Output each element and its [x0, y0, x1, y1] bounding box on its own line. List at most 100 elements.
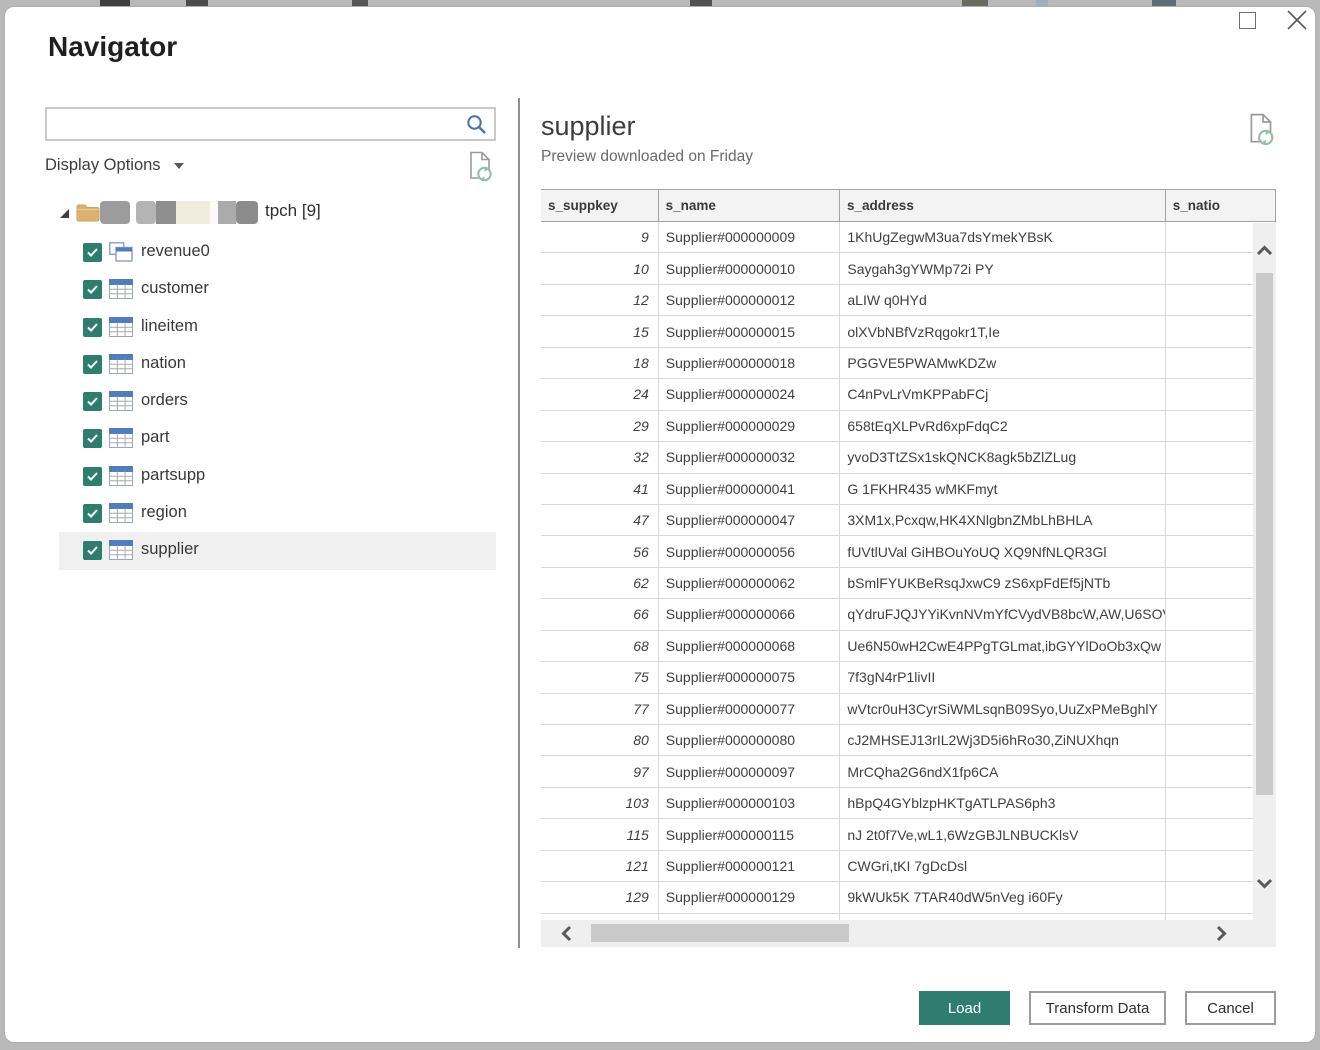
chevron-up-icon[interactable] [1255, 243, 1274, 264]
checkbox-partsupp[interactable] [83, 467, 102, 486]
cell-s_address: PGGVE5PWAMwKDZw [840, 348, 1166, 378]
column-header-s_natio[interactable]: s_natio [1166, 190, 1276, 221]
table-row: 129Supplier#0000001299kWUk5K 7TAR40dW5nV… [541, 882, 1276, 913]
checkbox-revenue0[interactable] [83, 243, 102, 262]
cell-s_address: CWGri,tKI 7gDcDsl [840, 851, 1166, 881]
cell-s_address: C4nPvLrVmKPPabFCj [840, 379, 1166, 409]
table-row: 75Supplier#0000000757f3gN4rP1livII [541, 662, 1276, 693]
table-row: 24Supplier#000000024C4nPvLrVmKPPabFCj [541, 379, 1276, 410]
cell-s_suppkey: 29 [541, 411, 659, 441]
chevron-down-icon [174, 163, 184, 169]
cell-s_address: 658tEqXLPvRd6xpFdqC2 [840, 411, 1166, 441]
cell-s_suppkey: 18 [541, 348, 659, 378]
tree-item-supplier[interactable]: supplier [59, 532, 496, 569]
table-row: 47Supplier#0000000473XM1x,Pcxqw,HK4XNlgb… [541, 505, 1276, 536]
tree-item-customer[interactable]: customer [59, 271, 496, 308]
tree-expand-icon[interactable] [59, 206, 70, 224]
preview-table-body: 9Supplier#0000000091KhUgZegwM3ua7dsYmekY… [541, 222, 1276, 920]
refresh-preview-icon[interactable] [1247, 113, 1276, 152]
cell-s_name: Supplier#000000010 [659, 253, 841, 283]
cell-s_suppkey: 24 [541, 379, 659, 409]
table-row: 15Supplier#000000015olXVbNBfVzRqgokr1T,I… [541, 316, 1276, 347]
cell-s_suppkey: 77 [541, 694, 659, 724]
checkbox-lineitem[interactable] [83, 318, 102, 337]
preview-table-header: s_suppkeys_names_addresss_natio [541, 189, 1276, 222]
checkbox-orders[interactable] [83, 392, 102, 411]
display-options-dropdown[interactable]: Display Options [45, 156, 184, 175]
vertical-scroll-thumb[interactable] [1256, 273, 1273, 795]
cell-s_suppkey: 62 [541, 568, 659, 598]
cell-s_name: Supplier#000000018 [659, 348, 841, 378]
cell-s_address: cJ2MHSEJ13rIL2Wj3D5i6hRo30,ZiNUXhqn [840, 725, 1166, 755]
view-icon [109, 242, 133, 262]
tree-root-label: tpch [9] [265, 201, 321, 221]
cell-s_name: Supplier#000000097 [659, 756, 841, 786]
table-icon [109, 279, 133, 299]
tree-item-orders[interactable]: orders [59, 383, 496, 420]
chevron-down-scroll-icon[interactable] [1255, 875, 1274, 896]
table-icon [109, 466, 133, 486]
tree-item-lineitem[interactable]: lineitem [59, 309, 496, 346]
cell-s_name: Supplier#000000068 [659, 631, 841, 661]
cell-s_address: Saygah3gYWMp72i PY [840, 253, 1166, 283]
pane-divider [518, 98, 520, 948]
tree-item-label: region [141, 503, 187, 522]
table-row: 68Supplier#000000068Ue6N50wH2CwE4PPgTGLm… [541, 631, 1276, 662]
vertical-scrollbar[interactable] [1253, 223, 1276, 947]
cell-s_suppkey: 10 [541, 253, 659, 283]
table-row: 12Supplier#000000012aLIW q0HYd [541, 285, 1276, 316]
cell-s_suppkey: 41 [541, 474, 659, 504]
tree-item-label: revenue0 [141, 242, 210, 261]
cell-s_name: Supplier#000000115 [659, 819, 841, 849]
column-header-s_suppkey[interactable]: s_suppkey [541, 190, 659, 221]
horizontal-scrollbar[interactable] [541, 920, 1253, 947]
checkbox-customer[interactable] [83, 280, 102, 299]
cell-s_name: Supplier#000000066 [659, 599, 841, 629]
transform-data-button[interactable]: Transform Data [1029, 991, 1166, 1025]
tree-item-part[interactable]: part [59, 420, 496, 457]
search-input[interactable] [53, 111, 458, 137]
table-row: 10Supplier#000000010Saygah3gYWMp72i PY [541, 253, 1276, 284]
cell-s_suppkey: 121 [541, 851, 659, 881]
cell-s_address: olXVbNBfVzRqgokr1T,Ie [840, 316, 1166, 346]
cell-s_name: Supplier#000000032 [659, 442, 841, 472]
cell-s_name: Supplier#000000012 [659, 285, 841, 315]
maximize-button[interactable] [1239, 12, 1256, 29]
horizontal-scroll-thumb[interactable] [591, 924, 849, 942]
preview-title: supplier [541, 111, 636, 142]
cell-s_name: Supplier#000000015 [659, 316, 841, 346]
tree-item-revenue0[interactable]: revenue0 [59, 234, 496, 271]
display-options-label: Display Options [45, 156, 161, 174]
search-icon[interactable] [465, 113, 489, 137]
cell-s_name: Supplier#000000047 [659, 505, 841, 535]
table-row: 97Supplier#000000097MrCQha2G6ndX1fp6CA [541, 756, 1276, 787]
chevron-left-icon[interactable] [559, 924, 575, 948]
table-icon [109, 428, 133, 448]
tree-item-label: nation [141, 354, 186, 373]
checkbox-part[interactable] [83, 429, 102, 448]
load-button[interactable]: Load [919, 991, 1010, 1025]
close-button[interactable] [1284, 7, 1310, 33]
cell-s_name: Supplier#000000075 [659, 662, 841, 692]
cell-s_suppkey: 68 [541, 631, 659, 661]
checkbox-nation[interactable] [83, 355, 102, 374]
tree-item-nation[interactable]: nation [59, 346, 496, 383]
checkbox-supplier[interactable] [83, 541, 102, 560]
cell-s_name: Supplier#000000056 [659, 536, 841, 566]
checkbox-region[interactable] [83, 504, 102, 523]
table-row: 32Supplier#000000032yvoD3TtZSx1skQNCK8ag… [541, 442, 1276, 473]
tree-item-partsupp[interactable]: partsupp [59, 458, 496, 495]
tree-item-region[interactable]: region [59, 495, 496, 532]
cell-s_name: Supplier#000000041 [659, 474, 841, 504]
cell-s_address: 3XM1x,Pcxqw,HK4XNlgbnZMbLhBHLA [840, 505, 1166, 535]
table-icon [109, 317, 133, 337]
chevron-right-icon[interactable] [1213, 924, 1229, 948]
dialog-title: Navigator [48, 31, 177, 63]
column-header-s_address[interactable]: s_address [840, 190, 1166, 221]
tree-root-database[interactable]: tpch [9] [41, 199, 496, 227]
table-row: 29Supplier#000000029658tEqXLPvRd6xpFdqC2 [541, 411, 1276, 442]
refresh-list-icon[interactable] [467, 151, 494, 188]
column-header-s_name[interactable]: s_name [659, 190, 840, 221]
cell-s_suppkey: 15 [541, 316, 659, 346]
cancel-button[interactable]: Cancel [1185, 991, 1276, 1025]
